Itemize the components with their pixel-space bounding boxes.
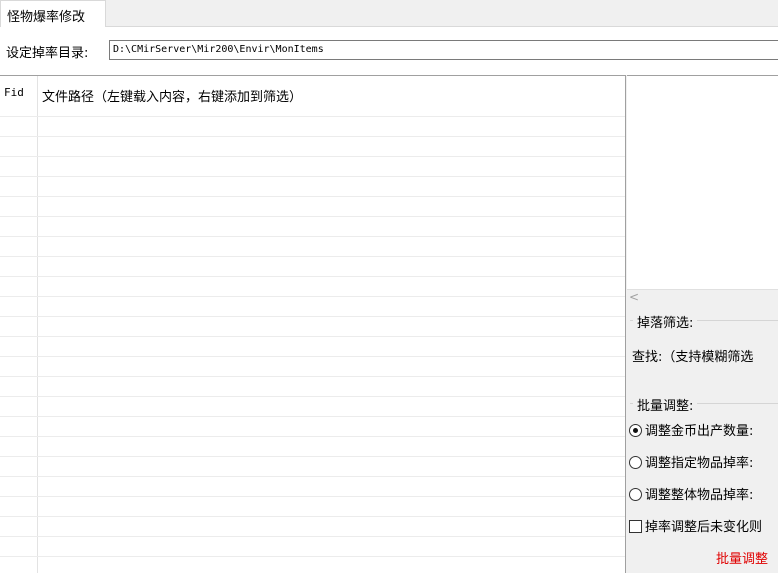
- listbox-hscrollbar[interactable]: <: [627, 289, 778, 307]
- filter-group-title: 掉落筛选:: [633, 312, 698, 331]
- droprate-dir-input[interactable]: D:\CMirServer\Mir200\Envir\MonItems: [109, 40, 778, 60]
- batch-adjust-button[interactable]: 批量调整: [716, 548, 768, 567]
- main-panel: 设定掉率目录: D:\CMirServer\Mir200\Envir\MonIt…: [0, 27, 778, 573]
- column-header-file-path[interactable]: 文件路径（左键载入内容，右键添加到筛选）: [42, 86, 302, 105]
- grid-row-divider: [0, 236, 625, 237]
- grid-row-divider: [0, 116, 625, 117]
- batch-group-title: 批量调整:: [633, 395, 698, 414]
- grid-row-divider: [0, 156, 625, 157]
- grid-row-divider: [0, 176, 625, 177]
- find-label: 查找:（支持模糊筛选: [632, 350, 754, 365]
- grid-row-divider: [0, 416, 625, 417]
- grid-row-divider: [0, 556, 625, 557]
- grid-row-divider: [0, 436, 625, 437]
- droprate-dir-label: 设定掉率目录:: [6, 46, 89, 61]
- grid-row-divider: [0, 316, 625, 317]
- grid-row-divider: [0, 376, 625, 377]
- column-separator: [37, 76, 38, 573]
- file-grid[interactable]: Fid 文件路径（左键载入内容，右键添加到筛选）: [0, 75, 626, 573]
- grid-row-divider: [0, 456, 625, 457]
- radio-specific-item-rate[interactable]: 调整指定物品掉率:: [629, 452, 753, 471]
- grid-row-divider: [0, 196, 625, 197]
- tab-monster-droprate[interactable]: 怪物爆率修改: [0, 0, 106, 28]
- radio-specific-item-rate-label: 调整指定物品掉率:: [645, 456, 754, 471]
- radio-gold-output[interactable]: 调整金币出产数量:: [629, 420, 753, 439]
- column-header-fid[interactable]: Fid: [4, 86, 24, 99]
- radio-gold-output-label: 调整金币出产数量:: [645, 424, 754, 439]
- grid-row-divider: [0, 396, 625, 397]
- grid-row-divider: [0, 496, 625, 497]
- grid-header: Fid 文件路径（左键载入内容，右键添加到筛选）: [0, 76, 625, 116]
- grid-row-divider: [0, 276, 625, 277]
- radio-unselected-icon[interactable]: [629, 488, 642, 501]
- right-panel: < 掉落筛选: 查找:（支持模糊筛选 批量调整: 调整金币出产数量: 调整指定物…: [626, 75, 778, 573]
- radio-overall-item-rate[interactable]: 调整整体物品掉率:: [629, 484, 753, 503]
- tab-label: 怪物爆率修改: [7, 10, 86, 25]
- grid-row-divider: [0, 136, 625, 137]
- scroll-left-icon[interactable]: <: [629, 290, 639, 304]
- checkbox-icon[interactable]: [629, 520, 642, 533]
- grid-row-divider: [0, 336, 625, 337]
- grid-row-divider: [0, 356, 625, 357]
- grid-row-divider: [0, 216, 625, 217]
- checkbox-unchanged-label: 掉率调整后未变化则: [645, 520, 763, 535]
- filter-listbox[interactable]: [627, 75, 778, 307]
- grid-row-divider: [0, 256, 625, 257]
- tab-strip: 怪物爆率修改: [0, 0, 778, 28]
- grid-row-divider: [0, 476, 625, 477]
- radio-overall-item-rate-label: 调整整体物品掉率:: [645, 488, 754, 503]
- checkbox-unchanged[interactable]: 掉率调整后未变化则: [629, 516, 762, 535]
- radio-selected-icon[interactable]: [629, 424, 642, 437]
- grid-row-divider: [0, 296, 625, 297]
- grid-row-divider: [0, 516, 625, 517]
- grid-row-divider: [0, 536, 625, 537]
- radio-unselected-icon[interactable]: [629, 456, 642, 469]
